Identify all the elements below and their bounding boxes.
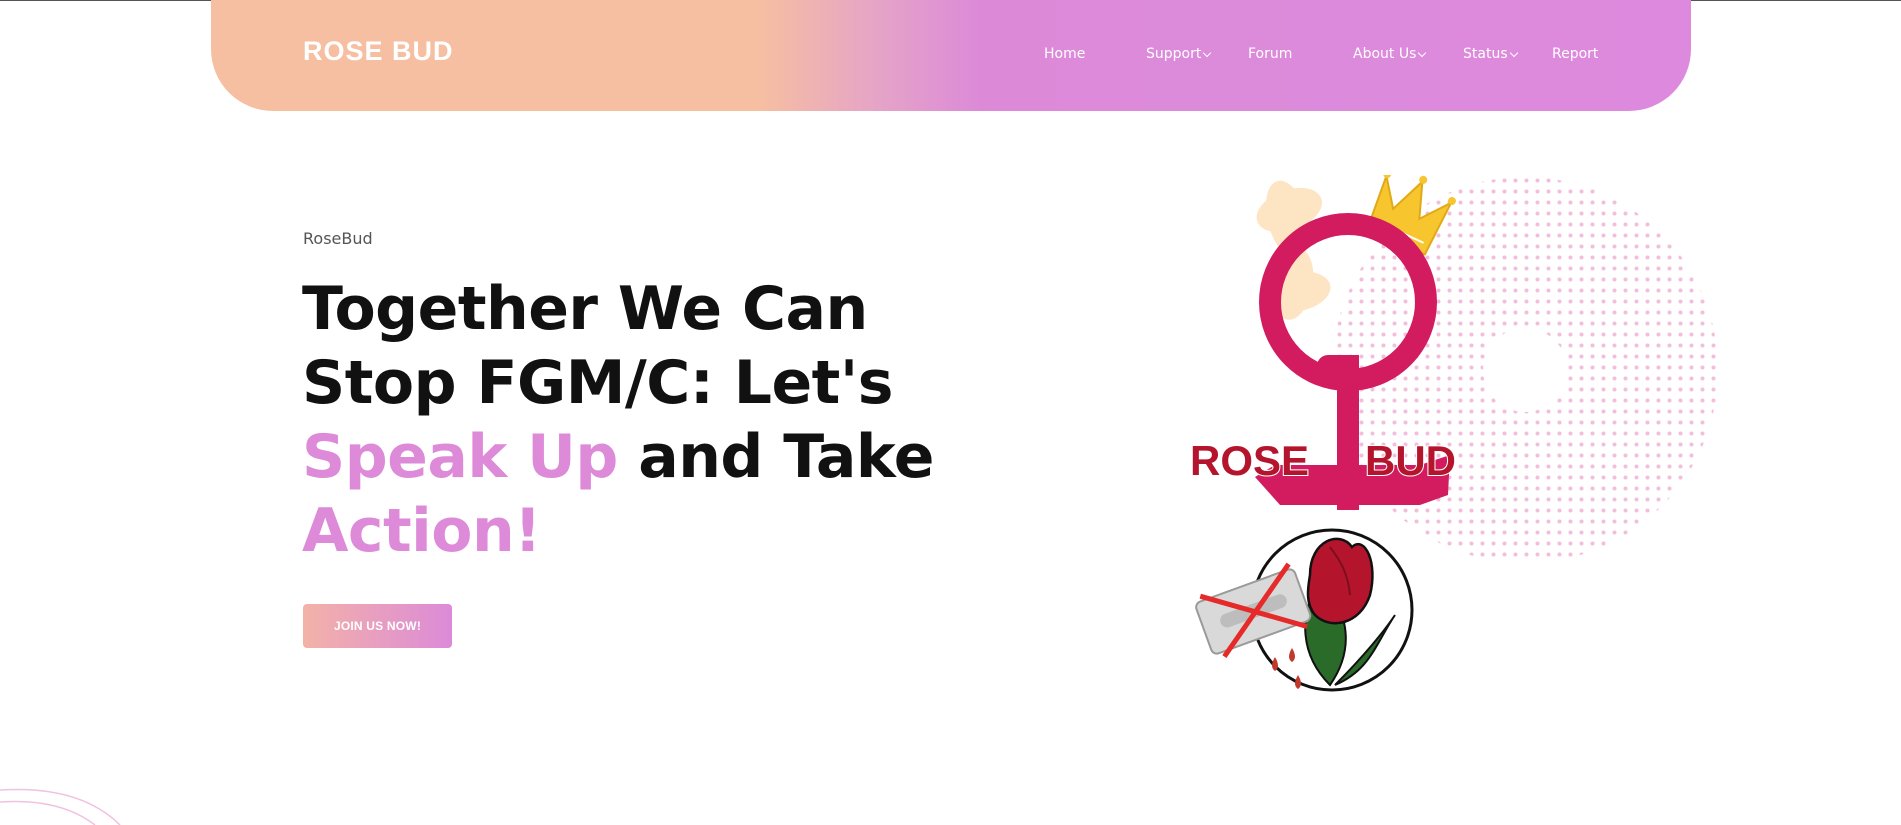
nav-report[interactable]: Report bbox=[1552, 46, 1598, 62]
headline-line-3-rest: and Take bbox=[617, 422, 934, 492]
join-us-button[interactable]: JOIN US NOW! bbox=[303, 604, 452, 648]
chevron-down-icon bbox=[1203, 48, 1212, 57]
headline-accent-speak-up: Speak Up bbox=[302, 422, 618, 492]
brand-logo-text[interactable]: ROSE BUD bbox=[303, 36, 454, 67]
headline-line-2: Stop FGM/C: Let's bbox=[302, 348, 893, 418]
header-corner-left bbox=[211, 0, 224, 40]
nav-support[interactable]: Support bbox=[1146, 46, 1212, 62]
nav-home-label: Home bbox=[1044, 46, 1086, 62]
nav-home[interactable]: Home bbox=[1044, 46, 1085, 62]
nav-forum-label: Forum bbox=[1248, 46, 1293, 62]
header-corner-right bbox=[1678, 0, 1691, 40]
nav-status[interactable]: Status bbox=[1463, 46, 1518, 62]
logo-word-bud: BUD bbox=[1365, 437, 1456, 484]
nav-status-label: Status bbox=[1463, 46, 1508, 62]
nav-about-us[interactable]: About Us bbox=[1353, 46, 1427, 62]
nav-about-us-label: About Us bbox=[1353, 46, 1417, 62]
decorative-arcs bbox=[0, 788, 121, 825]
nav-support-label: Support bbox=[1146, 46, 1202, 62]
headline-line-1: Together We Can bbox=[302, 274, 868, 344]
hero-kicker: RoseBud bbox=[303, 229, 373, 248]
hero-headline: Together We Can Stop FGM/C: Let's Speak … bbox=[302, 272, 942, 568]
chevron-down-icon bbox=[1418, 48, 1427, 57]
chevron-down-icon bbox=[1509, 48, 1518, 57]
nav-report-label: Report bbox=[1552, 46, 1599, 62]
rosebud-logo-illustration: ROSE BUD bbox=[1189, 175, 1730, 692]
logo-word-rose: ROSE bbox=[1190, 437, 1309, 484]
nav-forum[interactable]: Forum bbox=[1248, 46, 1292, 62]
headline-accent-action: Action! bbox=[302, 496, 542, 566]
